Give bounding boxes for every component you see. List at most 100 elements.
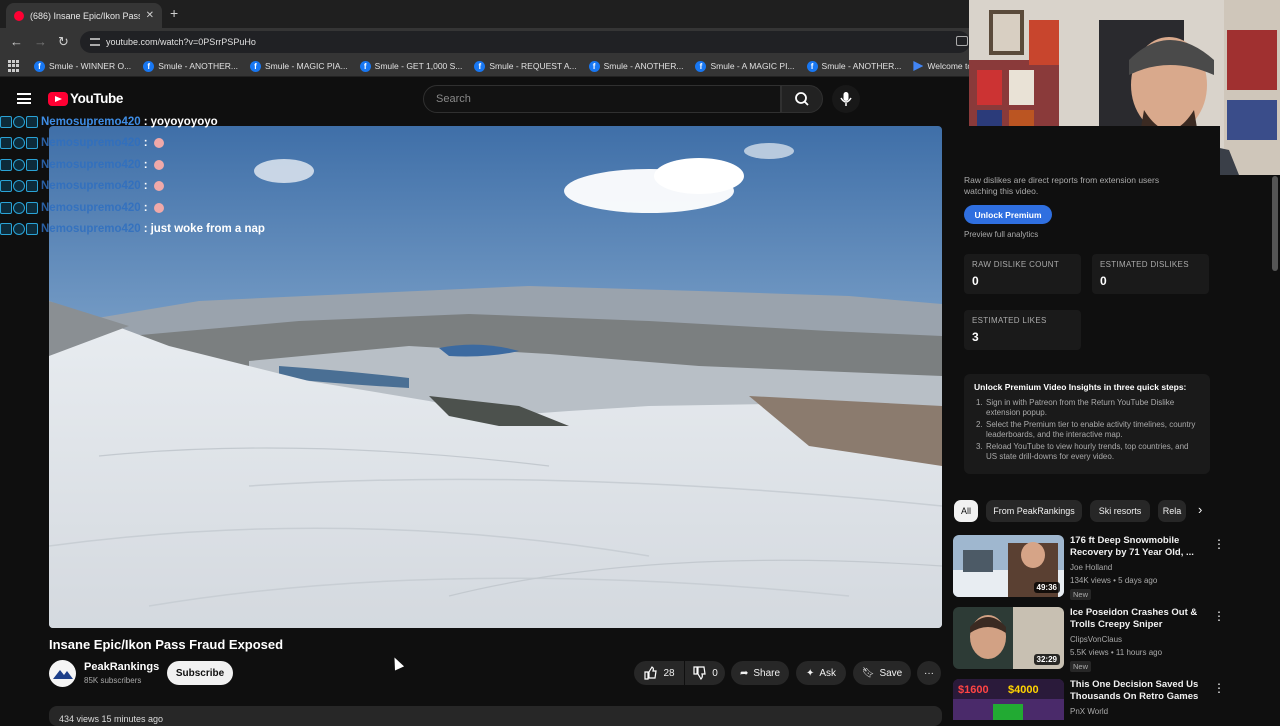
- emote-icon: [153, 159, 164, 170]
- save-button[interactable]: 🔖︎ Save: [853, 661, 911, 685]
- retro-games-thumbnail-image: $1600 $4000: [953, 679, 1064, 720]
- cast-icon[interactable]: [956, 36, 968, 46]
- video-duration: 49:36: [1033, 582, 1060, 593]
- bookmark-item[interactable]: f Smule - ANOTHER...: [588, 60, 684, 72]
- youtube-logo-text[interactable]: YouTube: [70, 91, 123, 106]
- video-thumbnail[interactable]: 32:29: [953, 607, 1064, 669]
- description-box[interactable]: 434 views 15 minutes ago: [49, 706, 942, 726]
- recommended-video[interactable]: 49:36 176 ft Deep Snowmobile Recovery by…: [953, 535, 1225, 601]
- chat-text: yoyoyoyoyo: [150, 116, 218, 128]
- voice-search-button[interactable]: [832, 85, 860, 113]
- chat-separator: :: [143, 180, 148, 193]
- recommended-title[interactable]: 176 ft Deep Snowmobile Recovery by 71 Ye…: [1070, 535, 1210, 559]
- premium-step: 3. Reload YouTube to view hourly trends, …: [976, 442, 1189, 461]
- recommended-title[interactable]: Ice Poseidon Crashes Out & Trolls Creepy…: [1070, 607, 1210, 631]
- pushpull-icon: [913, 61, 924, 71]
- mountain-logo-icon: [53, 670, 73, 679]
- page-scrollbar[interactable]: [1272, 176, 1278, 271]
- chat-username: Nemosupremo420: [41, 158, 141, 171]
- search-button[interactable]: [781, 85, 823, 113]
- menu-icon[interactable]: [17, 93, 31, 104]
- recommended-channel[interactable]: ClipsVonClaus: [1070, 635, 1122, 644]
- chip-all[interactable]: All: [954, 500, 978, 522]
- preview-analytics-link[interactable]: Preview full analytics: [964, 230, 1038, 239]
- bookmark-item[interactable]: f Smule - GET 1,000 S...: [359, 60, 462, 72]
- subscriber-count: 85K subscribers: [84, 676, 142, 685]
- forward-icon[interactable]: →: [34, 34, 47, 49]
- site-info-icon[interactable]: [90, 38, 100, 46]
- svg-text:$4000: $4000: [1008, 684, 1039, 696]
- bookmark-item[interactable]: f Smule - A MAGIC PI...: [695, 60, 795, 72]
- svg-text:$1600: $1600: [958, 684, 989, 696]
- facebook-icon: f: [143, 60, 155, 72]
- search-icon: [795, 92, 809, 106]
- subscribe-button[interactable]: Subscribe: [167, 661, 233, 685]
- youtube-favicon-icon: [14, 10, 24, 21]
- more-actions-button[interactable]: ···: [917, 661, 941, 685]
- search-input[interactable]: Search: [423, 85, 781, 113]
- chat-badge-icon: [0, 137, 12, 150]
- channel-name[interactable]: PeakRankings: [84, 661, 159, 673]
- chat-badge-icon: [13, 137, 25, 150]
- estimated-likes-stat: ESTIMATED LIKES 3: [964, 310, 1081, 350]
- url-field[interactable]: youtube.com/watch?v=0PSrrPSPuHo: [80, 31, 970, 53]
- dislike-button[interactable]: 0: [685, 661, 725, 685]
- chip-related[interactable]: Rela: [1158, 500, 1186, 522]
- sparkle-icon: ✦: [805, 667, 815, 679]
- premium-step-text: Sign in with Patreon from the Return You…: [986, 398, 1175, 417]
- browser-tab[interactable]: (686) Insane Epic/Ikon Pass Fra ✕: [6, 3, 162, 28]
- chevron-right-icon[interactable]: ›: [1198, 502, 1202, 517]
- more-vertical-icon[interactable]: ⋮: [1213, 609, 1225, 623]
- video-thumbnail[interactable]: 49:36: [953, 535, 1064, 597]
- reload-icon[interactable]: ↻: [58, 34, 69, 50]
- chip-from-channel[interactable]: From PeakRankings: [986, 500, 1082, 522]
- new-tab-icon[interactable]: +: [170, 5, 178, 21]
- bookmark-label: Smule - ANOTHER...: [603, 61, 684, 71]
- chat-badge-icon: [26, 137, 38, 150]
- ask-button[interactable]: ✦ Ask: [796, 661, 846, 685]
- bookmark-item[interactable]: f Smule - ANOTHER...: [143, 60, 238, 72]
- bookmark-item[interactable]: f Smule - MAGIC PIA...: [250, 60, 348, 72]
- youtube-logo-icon[interactable]: [48, 92, 68, 106]
- facebook-icon: f: [250, 60, 262, 72]
- recommended-title[interactable]: This One Decision Saved Us Thousands On …: [1070, 679, 1210, 703]
- video-player[interactable]: [49, 126, 942, 628]
- bookmark-item[interactable]: f Smule - REQUEST A...: [474, 60, 577, 72]
- bookmark-item[interactable]: f Smule - ANOTHER...: [806, 60, 901, 72]
- more-vertical-icon[interactable]: ⋮: [1213, 537, 1225, 551]
- stat-value: 3: [972, 330, 979, 344]
- chip-ski-resorts[interactable]: Ski resorts: [1090, 500, 1150, 522]
- share-button[interactable]: ➦ Share: [731, 661, 789, 685]
- stat-value: 0: [972, 274, 979, 288]
- chat-badge-icon: [0, 116, 12, 128]
- premium-steps-box: Unlock Premium Video Insights in three q…: [964, 374, 1210, 474]
- chat-message: Nemosupremo420: just woke from a nap: [0, 219, 265, 239]
- like-button[interactable]: 28: [634, 661, 684, 685]
- chat-badge-icon: [0, 201, 12, 214]
- apps-grid-icon[interactable]: [8, 60, 20, 72]
- more-vertical-icon[interactable]: ⋮: [1213, 681, 1223, 695]
- chat-badge-icon: [26, 201, 38, 214]
- video-thumbnail[interactable]: $1600 $4000: [953, 679, 1064, 720]
- recommended-video[interactable]: $1600 $4000 This One Decision Saved Us T…: [953, 679, 1223, 720]
- bookmark-item[interactable]: f Smule - WINNER O...: [34, 60, 132, 72]
- chat-badge-icon: [13, 223, 25, 235]
- chat-badge-icon: [13, 116, 25, 128]
- new-badge: New: [1070, 661, 1092, 672]
- chat-separator: :: [143, 116, 148, 128]
- bookmark-label: Smule - WINNER O...: [49, 61, 132, 71]
- back-icon[interactable]: ←: [10, 34, 23, 49]
- premium-step: 2. Select the Premium tier to enable acti…: [976, 420, 1196, 439]
- chat-badge-icon: [13, 201, 25, 214]
- recommended-channel[interactable]: Joe Holland: [1070, 563, 1112, 572]
- recommended-video[interactable]: 32:29 Ice Poseidon Crashes Out & Trolls …: [953, 607, 1225, 673]
- unlock-premium-button[interactable]: Unlock Premium: [964, 205, 1052, 224]
- dislike-description: Raw dislikes are direct reports from ext…: [964, 175, 1160, 196]
- channel-avatar[interactable]: [49, 660, 76, 687]
- emote-icon: [153, 138, 164, 149]
- recommended-channel[interactable]: PnX World: [1070, 707, 1108, 716]
- new-badge: New: [1070, 589, 1092, 600]
- close-tab-icon[interactable]: ✕: [146, 10, 154, 21]
- recommended-meta: 134K views • 5 days ago: [1070, 576, 1158, 585]
- premium-step-text: Reload YouTube to view hourly trends, to…: [986, 442, 1189, 461]
